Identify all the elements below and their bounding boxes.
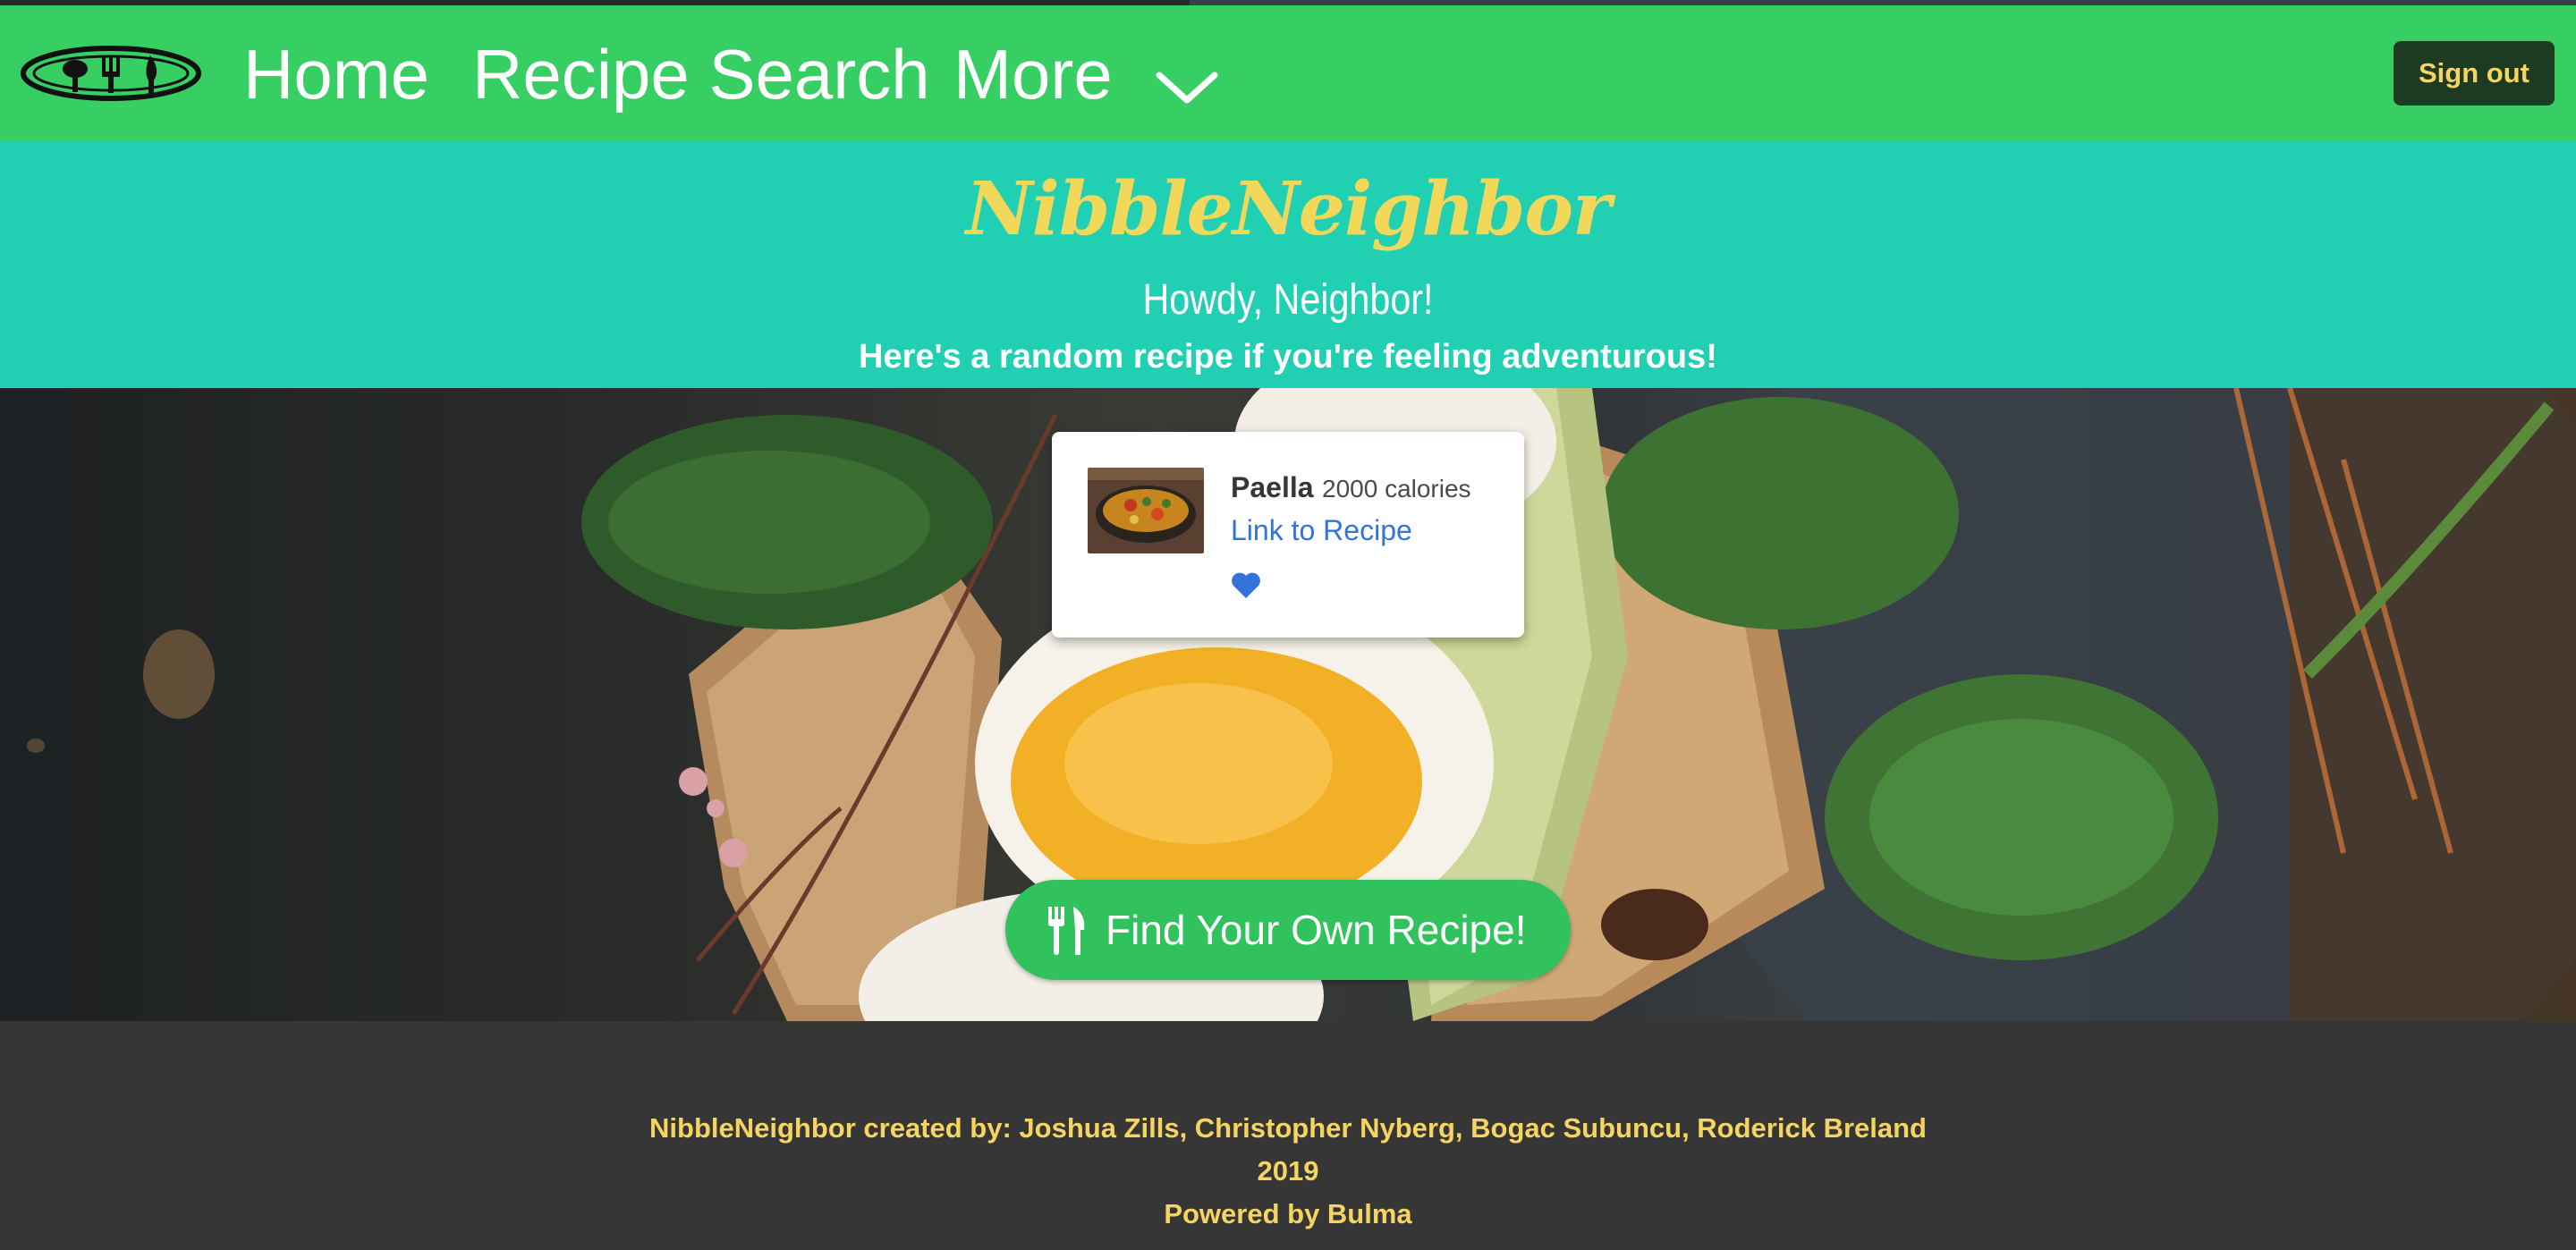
chevron-down-icon[interactable] — [1154, 68, 1220, 107]
brand-title: NibbleNeighbor — [965, 166, 1612, 252]
plate-utensils-logo-icon[interactable] — [20, 45, 202, 102]
find-recipe-label: Find Your Own Recipe! — [1106, 907, 1527, 953]
footer: NibbleNeighbor created by: Joshua Zills,… — [0, 1021, 2576, 1250]
footer-credits: NibbleNeighbor created by: Joshua Zills,… — [649, 1112, 1927, 1144]
heart-icon[interactable] — [1231, 571, 1261, 600]
nav-recipe-search-link[interactable]: Recipe Search — [472, 34, 930, 114]
recipe-thumbnail-image[interactable] — [1088, 468, 1204, 553]
find-your-own-recipe-button[interactable]: Find Your Own Recipe! — [1005, 880, 1571, 980]
recipe-calories: 2000 calories — [1322, 475, 1471, 503]
recipe-link[interactable]: Link to Recipe — [1231, 514, 1412, 547]
sign-out-button[interactable]: Sign out — [2394, 41, 2555, 106]
tagline-subheading: Here's a random recipe if you're feeling… — [859, 338, 1717, 376]
footer-year: 2019 — [1257, 1155, 1319, 1187]
greeting-heading: Howdy, Neighbor! — [1142, 276, 1434, 324]
nav-home-link[interactable]: Home — [243, 34, 429, 114]
utensils-icon — [1048, 907, 1085, 955]
recipe-name: Paella — [1231, 471, 1314, 503]
hero-banner: NibbleNeighbor Howdy, Neighbor! Here's a… — [0, 141, 2576, 388]
navbar: Home Recipe Search More Sign out — [0, 5, 2576, 141]
random-recipe-card: Paella 2000 calories Link to Recipe — [1052, 432, 1524, 638]
footer-powered-by: Powered by Bulma — [1164, 1198, 1412, 1229]
nav-more-link[interactable]: More — [953, 34, 1113, 114]
